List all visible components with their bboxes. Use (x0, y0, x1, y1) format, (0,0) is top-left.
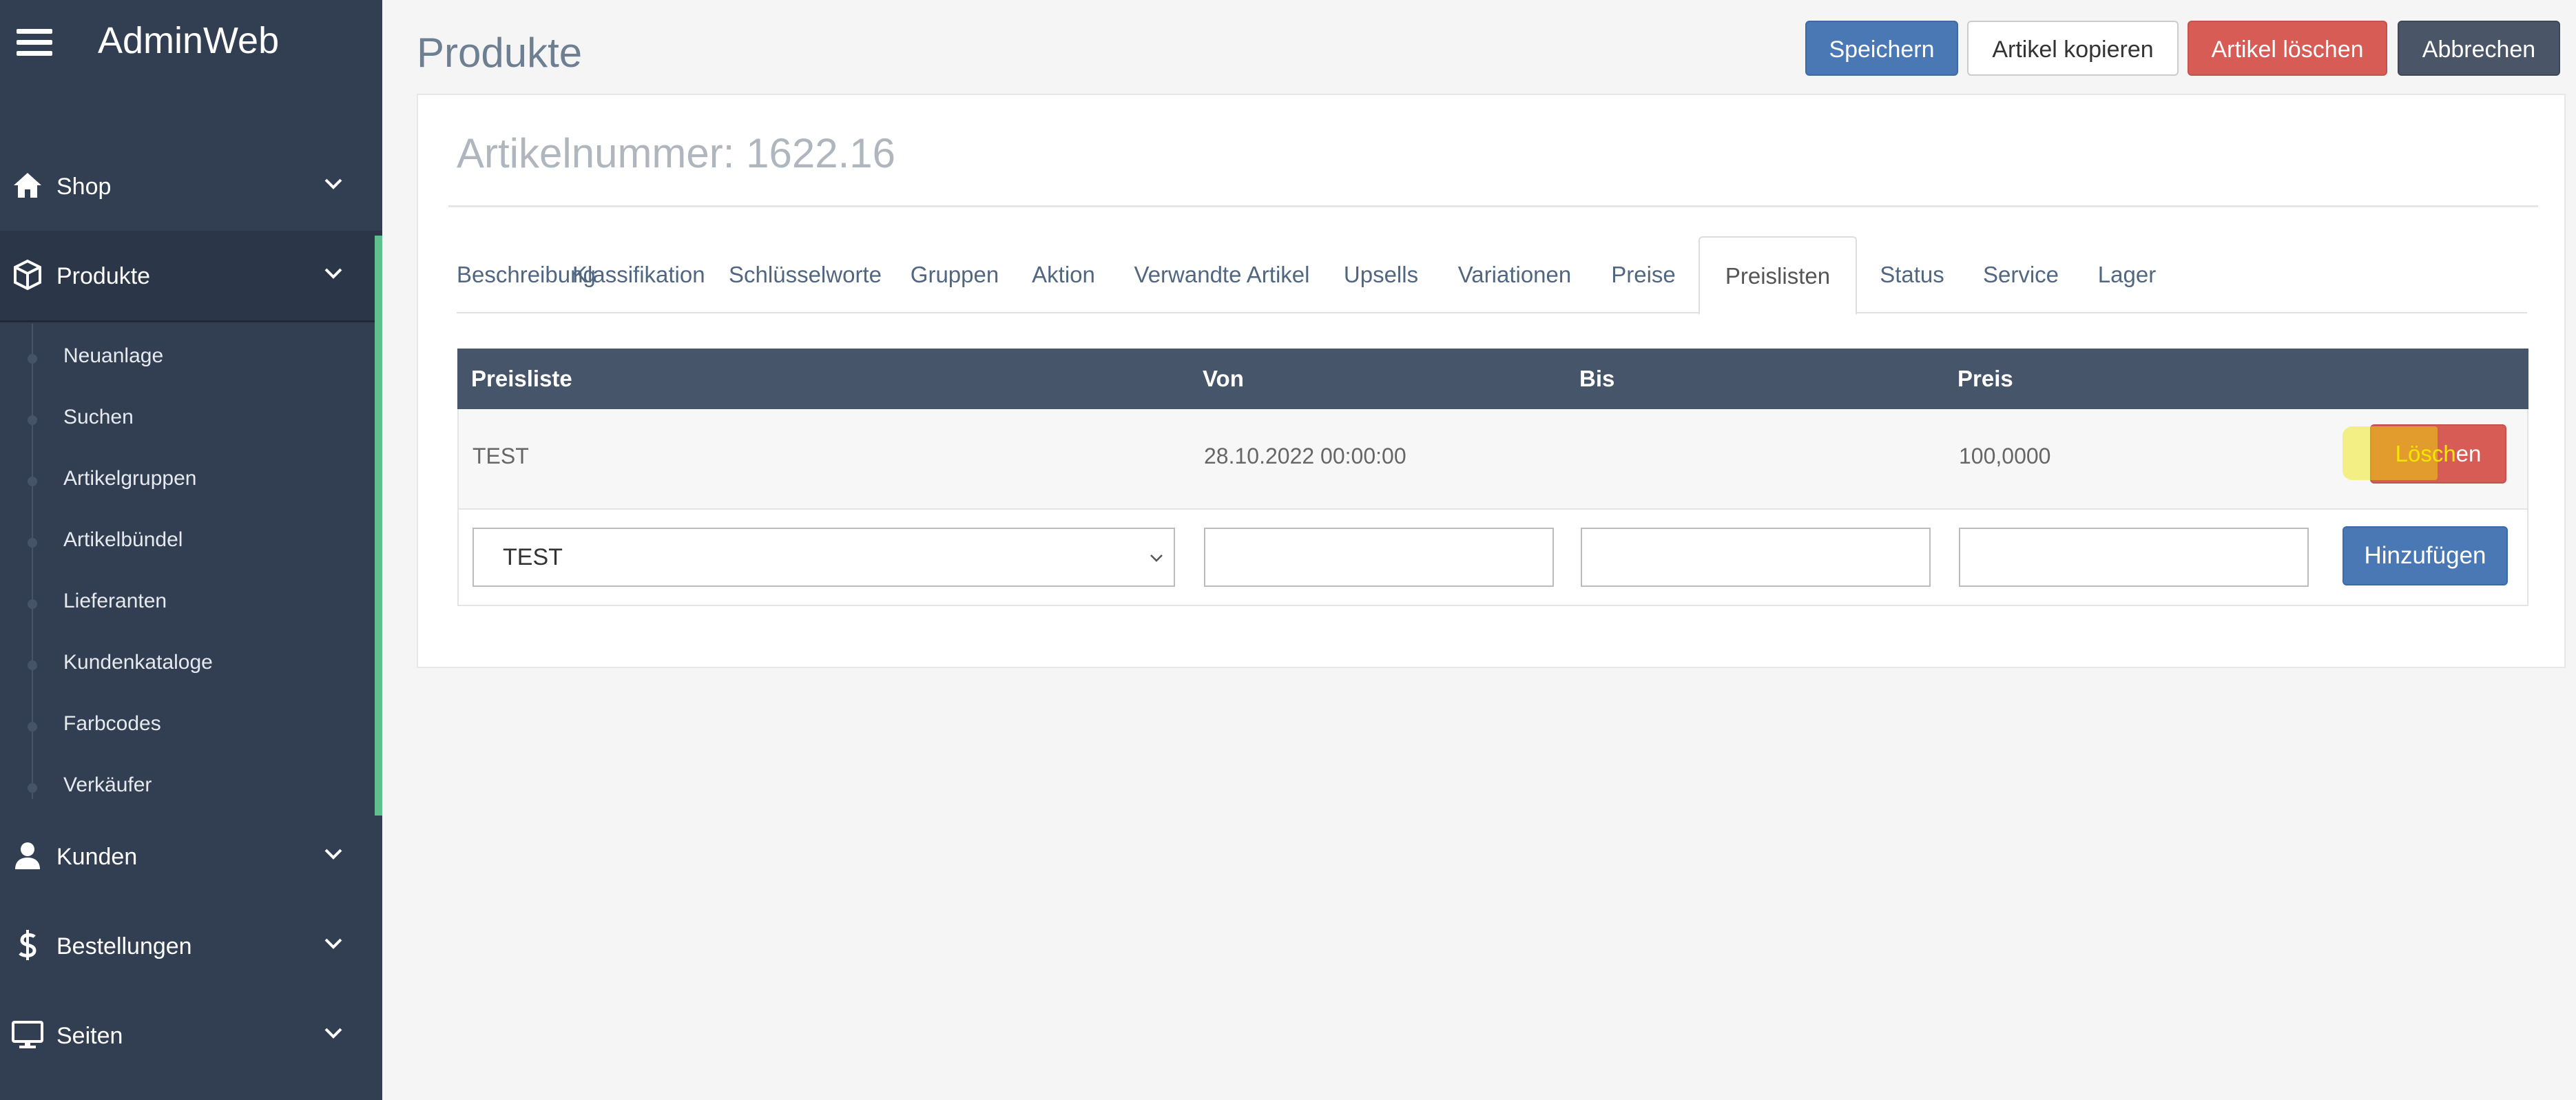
subnav-item-label: Artikelgruppen (63, 467, 197, 490)
cell-preis: 100,0000 (1959, 444, 2051, 468)
sidebar-item-bestellungen[interactable]: Bestellungen (0, 901, 382, 990)
column-header-bis: Bis (1579, 366, 1615, 391)
cancel-button[interactable]: Abbrechen (2398, 21, 2560, 76)
bullet-dot (28, 599, 37, 609)
tab-klassifikation[interactable]: Klassifikation (572, 236, 705, 313)
cell-preisliste: TEST (472, 444, 529, 468)
tab-service[interactable]: Service (1972, 236, 2070, 313)
add-button[interactable]: Hinzufügen (2343, 526, 2508, 585)
tab-variationen[interactable]: Variationen (1446, 236, 1583, 313)
delete-article-button[interactable]: Artikel löschen (2188, 21, 2387, 76)
bullet-dot (28, 783, 37, 793)
preis-input[interactable] (1959, 528, 2309, 587)
subnav-item-label: Farbcodes (63, 712, 161, 735)
subnav-item-neuanlage[interactable]: Neuanlage (0, 324, 375, 384)
user-icon (15, 842, 40, 869)
table-row: TEST 28.10.2022 00:00:00 100,0000 Lösche… (457, 409, 2528, 510)
copy-article-button[interactable]: Artikel kopieren (1967, 21, 2179, 76)
subnav-item-lieferanten[interactable]: Lieferanten (0, 569, 375, 630)
subnav-item-label: Kundenkataloge (63, 651, 213, 674)
subnav-item-verkaeufer[interactable]: Verkäufer (0, 753, 375, 813)
active-section-indicator (375, 236, 382, 816)
chevron-down-icon (324, 849, 342, 860)
article-number-heading: Artikelnummer: 1622.16 (457, 130, 895, 176)
chevron-down-icon (324, 178, 342, 189)
tab-lager[interactable]: Lager (2082, 236, 2172, 313)
bullet-dot (28, 722, 37, 731)
tab-status[interactable]: Status (1867, 236, 1957, 313)
sidebar: AdminWeb Shop Produkte Neuanlage Suchen (0, 0, 382, 1100)
tab-upsells[interactable]: Upsells (1333, 236, 1429, 313)
bullet-dot (28, 354, 37, 364)
subnav-item-artikelgruppen[interactable]: Artikelgruppen (0, 446, 375, 507)
hamburger-menu-icon[interactable] (17, 29, 52, 56)
cube-icon (14, 259, 41, 291)
subnav-item-suchen[interactable]: Suchen (0, 385, 375, 446)
subnav-item-farbcodes[interactable]: Farbcodes (0, 692, 375, 752)
table-header: Preisliste Von Bis Preis (457, 349, 2528, 409)
sidebar-item-shop[interactable]: Shop (0, 141, 382, 231)
bullet-dot (28, 477, 37, 486)
sidebar-item-seiten[interactable]: Seiten (0, 990, 382, 1080)
tab-schluesselworte[interactable]: Schlüsselworte (723, 236, 888, 313)
monitor-icon (12, 1021, 43, 1048)
tab-gruppen[interactable]: Gruppen (903, 236, 1006, 313)
article-panel: Artikelnummer: 1622.16 Beschreibung Klas… (417, 94, 2566, 668)
tab-bar: Beschreibung Klassifikation Schlüsselwor… (457, 236, 2527, 315)
home-icon (14, 173, 41, 198)
new-entry-row: TEST Hinzufügen (457, 510, 2528, 606)
dollar-icon (19, 930, 37, 960)
subnav-item-label: Verkäufer (63, 774, 152, 796)
sidebar-item-label: Seiten (56, 1023, 123, 1049)
subnav-item-label: Neuanlage (63, 344, 164, 367)
divider (448, 205, 2538, 207)
bullet-dot (28, 661, 37, 670)
tab-beschreibung[interactable]: Beschreibung (457, 236, 596, 313)
subnav-item-label: Lieferanten (63, 590, 167, 612)
bis-input[interactable] (1581, 528, 1931, 587)
highlight-marker (2343, 426, 2438, 480)
subnav-item-label: Suchen (63, 406, 134, 428)
cell-von: 28.10.2022 00:00:00 (1204, 444, 1406, 468)
tab-verwandte-artikel[interactable]: Verwandte Artikel (1122, 236, 1322, 313)
sidebar-item-label: Bestellungen (56, 933, 192, 959)
delete-row-label-rest: en (2455, 441, 2482, 466)
brand-name: AdminWeb (98, 20, 280, 61)
subnav-item-label: Artikelbündel (63, 528, 183, 551)
sidebar-header: AdminWeb (0, 0, 382, 90)
pricelist-select[interactable]: TEST (472, 528, 1175, 587)
tab-preislisten[interactable]: Preislisten (1699, 236, 1857, 315)
save-button[interactable]: Speichern (1805, 21, 1958, 76)
page-title: Produkte (417, 30, 583, 76)
chevron-down-icon (324, 1028, 342, 1039)
subnav-item-artikelbuendel[interactable]: Artikelbündel (0, 508, 375, 568)
subnav-item-kundenkataloge[interactable]: Kundenkataloge (0, 630, 375, 691)
bullet-dot (28, 538, 37, 548)
tab-aktion[interactable]: Aktion (1021, 236, 1105, 313)
sidebar-item-label: Shop (56, 174, 112, 200)
pricelist-table: Preisliste Von Bis Preis TEST 28.10.2022… (457, 349, 2528, 606)
chevron-down-icon (1150, 554, 1163, 562)
von-input[interactable] (1204, 528, 1554, 587)
pricelist-select-value: TEST (503, 544, 563, 570)
sidebar-item-kunden[interactable]: Kunden (0, 811, 382, 901)
bullet-dot (28, 415, 37, 425)
column-header-preisliste: Preisliste (471, 366, 572, 391)
sidebar-item-label: Kunden (56, 844, 138, 870)
sidebar-item-produkte[interactable]: Produkte (0, 231, 382, 322)
column-header-von: Von (1203, 366, 1244, 391)
chevron-down-icon (324, 268, 342, 279)
chevron-down-icon (324, 938, 342, 949)
column-header-preis: Preis (1957, 366, 2013, 391)
sidebar-item-label: Produkte (56, 263, 151, 289)
tab-preise[interactable]: Preise (1599, 236, 1688, 313)
